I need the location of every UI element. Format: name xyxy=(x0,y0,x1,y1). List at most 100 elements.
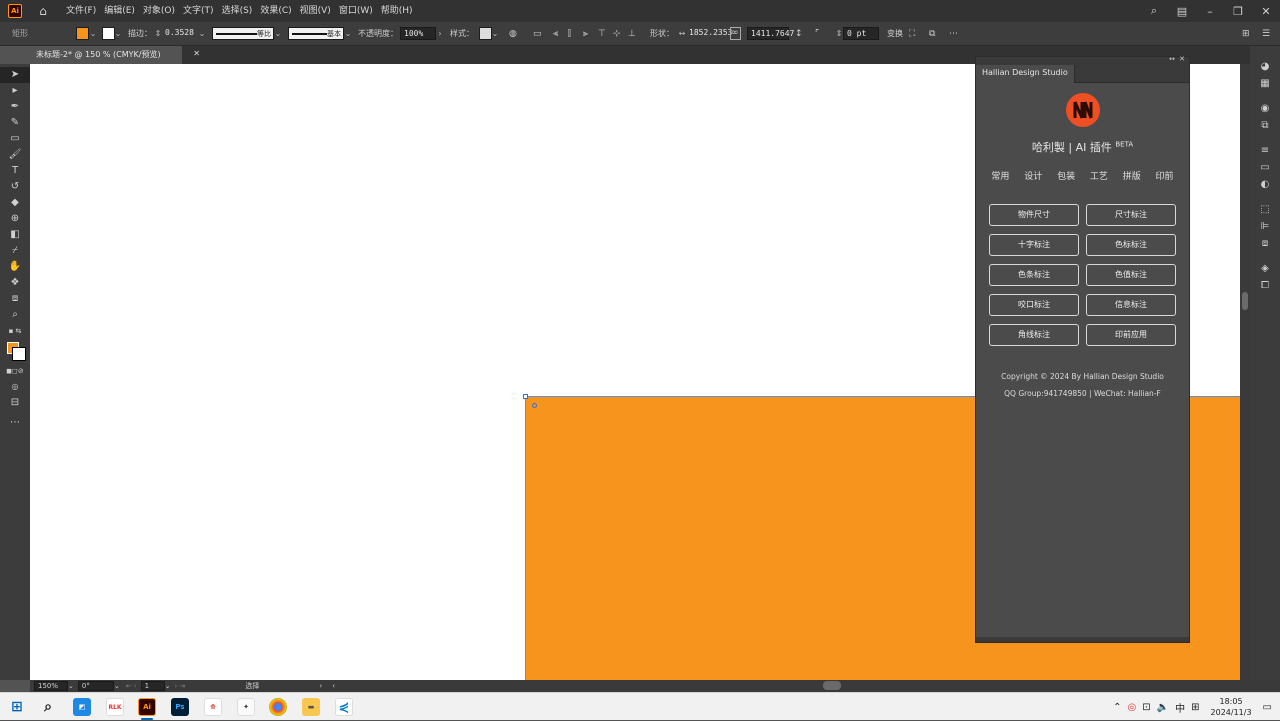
chevron-down-icon[interactable]: ⌄ xyxy=(198,29,206,38)
tab-imposition[interactable]: 拼版 xyxy=(1123,169,1141,182)
corner-mark-annotation-button[interactable]: 角线标注 xyxy=(989,324,1079,346)
first-artboard-icon[interactable]: ⇤ ‹ xyxy=(126,682,137,690)
stepper-icon[interactable]: ⇕ xyxy=(154,29,162,38)
shape-builder-tool-icon[interactable]: ⊕ xyxy=(0,211,30,227)
artboard-field[interactable]: 1 xyxy=(140,681,165,691)
transform-panel-icon[interactable]: ⬚ xyxy=(1250,201,1280,218)
align-left-icon[interactable]: ⫷ xyxy=(553,27,567,41)
chevron-down-icon[interactable]: ⌄ xyxy=(114,682,120,690)
object-size-button[interactable]: 物件尺寸 xyxy=(989,204,1079,226)
default-colors-icon[interactable]: ▪ ⇆ xyxy=(0,323,30,339)
collapse-icon[interactable]: ↔ xyxy=(1169,55,1175,63)
paintbrush-tool-icon[interactable]: 🖌 xyxy=(0,147,30,163)
menu-file[interactable]: 文件(F) xyxy=(62,0,100,22)
notification-icon[interactable]: ▭ xyxy=(1263,702,1272,713)
stroke-profile-select[interactable]: 等比 xyxy=(212,27,274,40)
home-icon[interactable]: ⌂ xyxy=(36,4,50,18)
windows-start-icon[interactable]: ⊞ xyxy=(8,698,26,716)
stroke-color-swatch[interactable] xyxy=(12,347,26,361)
live-corner-widget[interactable] xyxy=(532,403,537,408)
tab-prepress[interactable]: 印前 xyxy=(1156,169,1174,182)
stroke-weight-field[interactable]: 0.3528 xyxy=(162,27,198,40)
document-tab[interactable]: 未标题-2* @ 150 % (CMYK/预览) ✕ xyxy=(30,46,200,64)
file-explorer-icon[interactable]: ▬ xyxy=(302,698,320,716)
zoom-tool-icon[interactable]: ⌕ xyxy=(0,307,30,323)
appearance-panel-icon[interactable]: ◉ xyxy=(1250,100,1280,117)
ime-mode-icon[interactable]: ⊞ xyxy=(1191,702,1199,713)
chevron-down-icon[interactable]: ⌄ xyxy=(274,29,282,38)
stepper-icon[interactable]: ⇕ xyxy=(835,29,843,38)
arrange-icon[interactable]: ⧉ xyxy=(929,27,943,41)
stroke-swatch[interactable] xyxy=(102,27,115,40)
isolate-icon[interactable]: ⛶ xyxy=(909,27,923,41)
tray-app-icon[interactable]: ◎ xyxy=(1128,702,1137,713)
color-panel-icon[interactable]: ◕ xyxy=(1250,58,1280,75)
graphic-styles-icon[interactable]: ⧉ xyxy=(1250,117,1280,134)
eraser-tool-icon[interactable]: ◆ xyxy=(0,195,30,211)
pen-tool-icon[interactable]: ✒ xyxy=(0,99,30,115)
panel-resize-handle[interactable] xyxy=(976,637,1189,642)
recolor-icon[interactable]: ◍ xyxy=(509,27,523,41)
workspace-icon[interactable]: ▤ xyxy=(1168,5,1196,18)
app-icon-blue[interactable]: ◩ xyxy=(73,698,91,716)
drawing-mode-icon[interactable]: ◎ xyxy=(0,379,30,395)
menu-effect[interactable]: 效果(C) xyxy=(256,0,295,22)
tab-common[interactable]: 常用 xyxy=(991,169,1009,182)
last-artboard-icon[interactable]: › ⇥ xyxy=(175,682,186,690)
align-vcenter-icon[interactable]: ⊹ xyxy=(613,27,627,41)
arrange-documents-icon[interactable]: ⊞ xyxy=(1242,27,1256,41)
chevron-down-icon[interactable]: ⌄ xyxy=(89,29,97,38)
brush-select[interactable]: 基本 xyxy=(288,27,344,40)
menu-select[interactable]: 选择(S) xyxy=(218,0,257,22)
link-icon[interactable]: ∞ xyxy=(730,27,741,40)
screen-mode-icon[interactable]: ⊟ xyxy=(0,395,30,411)
vscode-taskbar-icon[interactable]: ⋞ xyxy=(335,698,353,716)
align-right-icon[interactable]: ⫸ xyxy=(583,27,597,41)
status-arrow-icon[interactable]: › xyxy=(319,682,322,690)
gradient-panel-icon[interactable]: ▭ xyxy=(1250,159,1280,176)
chevron-right-icon[interactable]: › xyxy=(436,29,444,38)
layers-panel-icon[interactable]: ◈ xyxy=(1250,260,1280,277)
vertical-scroll-thumb[interactable] xyxy=(1242,292,1248,310)
menu-type[interactable]: 文字(T) xyxy=(179,0,218,22)
width-field[interactable]: 1852.2353 xyxy=(686,27,732,40)
corner-radius-field[interactable]: 0 pt xyxy=(843,27,879,40)
anchor-point[interactable] xyxy=(523,394,528,399)
close-icon[interactable]: ✕ xyxy=(1179,55,1185,63)
direct-selection-tool-icon[interactable]: ▸ xyxy=(0,83,30,99)
chevron-down-icon[interactable]: ⌄ xyxy=(491,29,499,38)
rotate-field[interactable]: 0° xyxy=(77,681,114,691)
gradient-tool-icon[interactable]: ◧ xyxy=(0,227,30,243)
prepress-apply-button[interactable]: 印前应用 xyxy=(1086,324,1176,346)
tab-packaging[interactable]: 包装 xyxy=(1057,169,1075,182)
chrome-taskbar-icon[interactable] xyxy=(269,698,287,716)
search-icon[interactable]: ⌕ xyxy=(1140,4,1168,18)
vertical-scrollbar[interactable] xyxy=(1240,64,1250,680)
blend-tool-icon[interactable]: ❖ xyxy=(0,275,30,291)
menu-edit[interactable]: 编辑(E) xyxy=(100,0,139,22)
type-tool-icon[interactable]: T xyxy=(0,163,30,179)
selection-tool-icon[interactable]: ➤ xyxy=(0,67,30,83)
color-value-annotation-button[interactable]: 色值标注 xyxy=(1086,264,1176,286)
quick-actions-icon[interactable]: ⋯ xyxy=(949,27,963,41)
dimension-annotation-button[interactable]: 尺寸标注 xyxy=(1086,204,1176,226)
tray-chevron-icon[interactable]: ⌃ xyxy=(1113,702,1121,713)
ime-indicator[interactable]: 中 xyxy=(1175,700,1185,715)
crosshair-annotation-button[interactable]: 十字标注 xyxy=(989,234,1079,256)
more-tools-icon[interactable]: ⋯ xyxy=(0,415,30,431)
pdf-taskbar-icon[interactable]: ⟰ xyxy=(204,698,222,716)
artboards-panel-icon[interactable]: ⧠ xyxy=(1250,277,1280,294)
chevron-down-icon[interactable]: ⌄ xyxy=(114,29,122,38)
zoom-field[interactable]: 150% xyxy=(34,681,68,691)
illustrator-taskbar-icon[interactable]: Ai xyxy=(138,698,156,716)
height-field[interactable]: 1411.7647 xyxy=(747,27,794,40)
style-swatch[interactable] xyxy=(479,27,492,40)
color-mark-annotation-button[interactable]: 色标标注 xyxy=(1086,234,1176,256)
color-mode-icon[interactable]: ◼◻⊘ xyxy=(0,363,30,379)
info-annotation-button[interactable]: 信息标注 xyxy=(1086,294,1176,316)
gripper-annotation-button[interactable]: 咬口标注 xyxy=(989,294,1079,316)
transform-button[interactable]: 变换 xyxy=(887,28,903,39)
tab-design[interactable]: 设计 xyxy=(1024,169,1042,182)
fill-swatch[interactable] xyxy=(76,27,89,40)
tab-craft[interactable]: 工艺 xyxy=(1090,169,1108,182)
